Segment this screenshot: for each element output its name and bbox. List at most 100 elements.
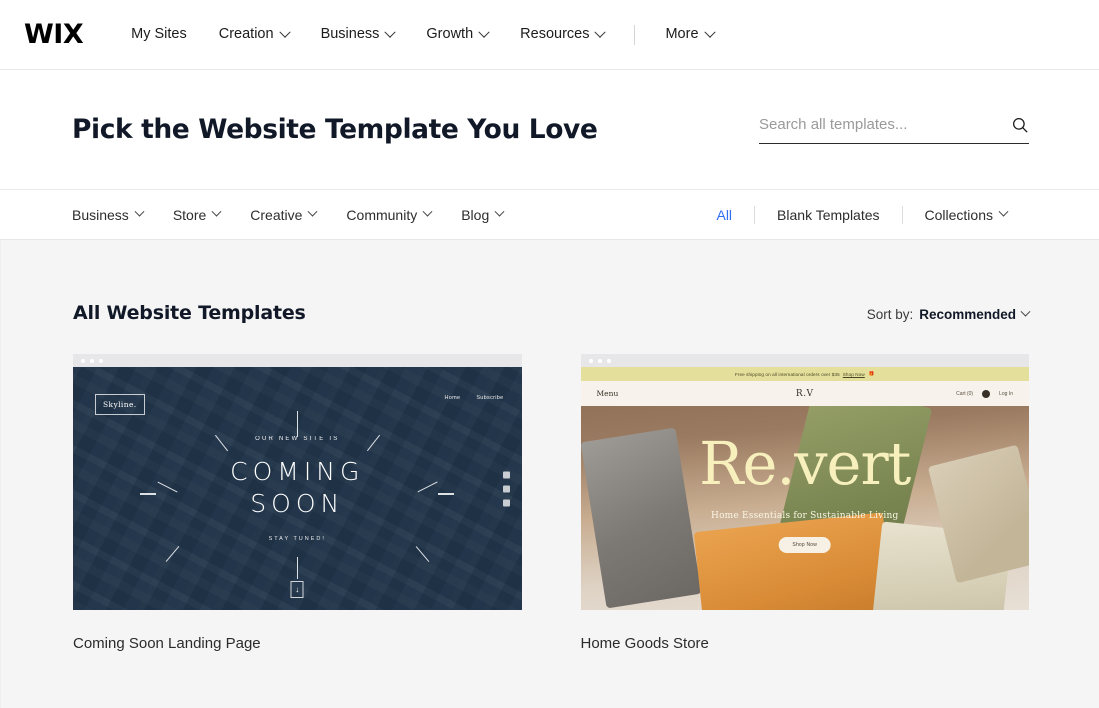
decorative-ray	[415, 546, 430, 563]
page-title: Pick the Website Template You Love	[72, 114, 598, 145]
chevron-down-icon	[703, 26, 716, 38]
preview-kicker: OUR NEW SITE IS	[255, 435, 340, 442]
decorative-ray	[297, 556, 299, 579]
section-title: All Website Templates	[73, 302, 306, 324]
preview-logo: Skyline.	[95, 394, 145, 415]
browser-dot	[81, 358, 85, 363]
nav-item-label: More	[665, 26, 699, 43]
preview-shop-now-button: Shop Now	[778, 537, 832, 553]
filter-business[interactable]: Business	[72, 207, 173, 223]
preview-headline-line1: COMING	[230, 456, 365, 486]
decorative-ray	[297, 410, 299, 437]
preview-nav: Home Subscribe	[444, 395, 503, 401]
search-bar[interactable]	[759, 116, 1029, 144]
twitter-icon	[502, 485, 510, 492]
top-navigation-bar: WIX My Sites Creation Business Growth Re…	[0, 0, 1099, 70]
preview-headline: Re.vert	[699, 429, 911, 498]
template-card-home-goods[interactable]: Free shipping on all international order…	[580, 354, 1029, 652]
filter-label: Blog	[461, 206, 490, 223]
filter-all[interactable]: All	[694, 207, 754, 223]
search-input[interactable]	[759, 116, 1003, 133]
chevron-down-icon	[998, 206, 1009, 217]
nav-item-label: My Sites	[131, 26, 187, 43]
filter-creative[interactable]: Creative	[250, 207, 346, 223]
preview-tagline: STAY TUNED!	[268, 535, 326, 542]
section-header: All Website Templates Sort by: Recommend…	[73, 240, 1031, 324]
nav-item-label: Business	[320, 26, 380, 43]
preview-hero-text: OUR NEW SITE IS COMING SOON STAY TUNED!	[73, 436, 522, 542]
scroll-down-icon: ↓	[290, 581, 304, 598]
filter-bar: Business Store Creative Community Blog A…	[0, 190, 1099, 240]
filter-blog[interactable]: Blog	[461, 207, 533, 223]
browser-dot	[597, 358, 602, 363]
nav-item-more[interactable]: More	[649, 26, 729, 43]
filter-collections[interactable]: Collections	[903, 207, 1029, 223]
browser-dot	[99, 358, 103, 363]
preview-subheadline: Home Essentials for Sustainable Living	[711, 511, 899, 521]
chevron-down-icon	[384, 26, 397, 38]
chevron-down-icon	[134, 206, 145, 217]
filter-label: Business	[72, 206, 129, 223]
filter-label: All	[716, 206, 733, 223]
search-icon[interactable]	[1011, 116, 1029, 134]
template-card-title: Home Goods Store	[580, 635, 709, 652]
browser-dot	[606, 358, 611, 363]
nav-divider	[634, 24, 636, 45]
template-card-title: Coming Soon Landing Page	[73, 635, 261, 652]
chevron-down-icon	[307, 206, 318, 217]
nav-item-my-sites[interactable]: My Sites	[131, 27, 203, 42]
view-filters: All Blank Templates Collections	[694, 205, 1029, 224]
chevron-down-icon	[422, 206, 433, 217]
promo-banner-link: Shop Now	[842, 371, 865, 377]
filter-label: Community	[346, 206, 418, 223]
preview-header-actions: Cart (0) Log In	[956, 389, 1013, 398]
top-nav-items: My Sites Creation Business Growth Resour…	[131, 24, 729, 45]
nav-item-business[interactable]: Business	[305, 26, 411, 43]
preview-headline-line2: SOON	[250, 488, 345, 518]
decorative-soap-bar	[693, 512, 894, 610]
nav-item-resources[interactable]: Resources	[504, 26, 620, 43]
nav-item-label: Resources	[520, 26, 590, 43]
filter-label: Blank Templates	[777, 206, 880, 223]
preview-login-label: Log In	[999, 390, 1013, 397]
template-card-coming-soon[interactable]: Skyline. Home Subscribe OUR NEW SITE IS …	[73, 354, 522, 652]
category-filters: Business Store Creative Community Blog	[72, 207, 533, 223]
nav-item-creation[interactable]: Creation	[203, 26, 305, 42]
preview-promo-banner: Free shipping on all international order…	[580, 367, 1029, 381]
instagram-icon	[502, 499, 510, 506]
sort-dropdown[interactable]: Sort by: Recommended	[866, 306, 1031, 322]
sort-label: Sort by:	[866, 307, 914, 322]
account-icon	[982, 389, 991, 398]
browser-chrome-bar	[580, 354, 1029, 367]
filter-label: Store	[172, 206, 207, 223]
chevron-down-icon	[278, 26, 291, 38]
chevron-down-icon	[478, 26, 490, 38]
promo-banner-text: Free shipping on all international order…	[734, 371, 840, 377]
chevron-down-icon	[594, 26, 607, 38]
preview-nav-subscribe: Subscribe	[476, 395, 504, 401]
filter-label: Collections	[924, 206, 993, 223]
wix-logo[interactable]: WIX	[24, 21, 84, 48]
preview-hero-stage: Re.vert Home Essentials for Sustainable …	[580, 406, 1029, 610]
preview-site-header: Menu R.V Cart (0) Log In	[580, 381, 1029, 406]
nav-item-growth[interactable]: Growth	[410, 26, 504, 43]
filter-community[interactable]: Community	[346, 207, 461, 223]
template-preview-image[interactable]: Skyline. Home Subscribe OUR NEW SITE IS …	[73, 367, 522, 610]
preview-cart-label: Cart (0)	[956, 390, 974, 397]
filter-label: Creative	[250, 206, 303, 223]
browser-dot	[90, 358, 94, 363]
facebook-icon	[502, 471, 510, 478]
chevron-down-icon	[211, 206, 222, 217]
chevron-down-icon	[1020, 306, 1031, 317]
preview-social-icons	[502, 471, 510, 506]
filter-store[interactable]: Store	[173, 207, 250, 223]
template-preview-image[interactable]: Free shipping on all international order…	[580, 367, 1029, 610]
preview-nav-home: Home	[444, 395, 461, 401]
decorative-ray	[165, 546, 180, 563]
templates-content-area: All Website Templates Sort by: Recommend…	[0, 240, 1099, 708]
chevron-down-icon	[494, 206, 505, 217]
filter-blank-templates[interactable]: Blank Templates	[755, 207, 901, 223]
page-hero: Pick the Website Template You Love	[0, 70, 1099, 190]
browser-dot	[588, 358, 593, 363]
nav-item-label: Growth	[426, 26, 474, 43]
